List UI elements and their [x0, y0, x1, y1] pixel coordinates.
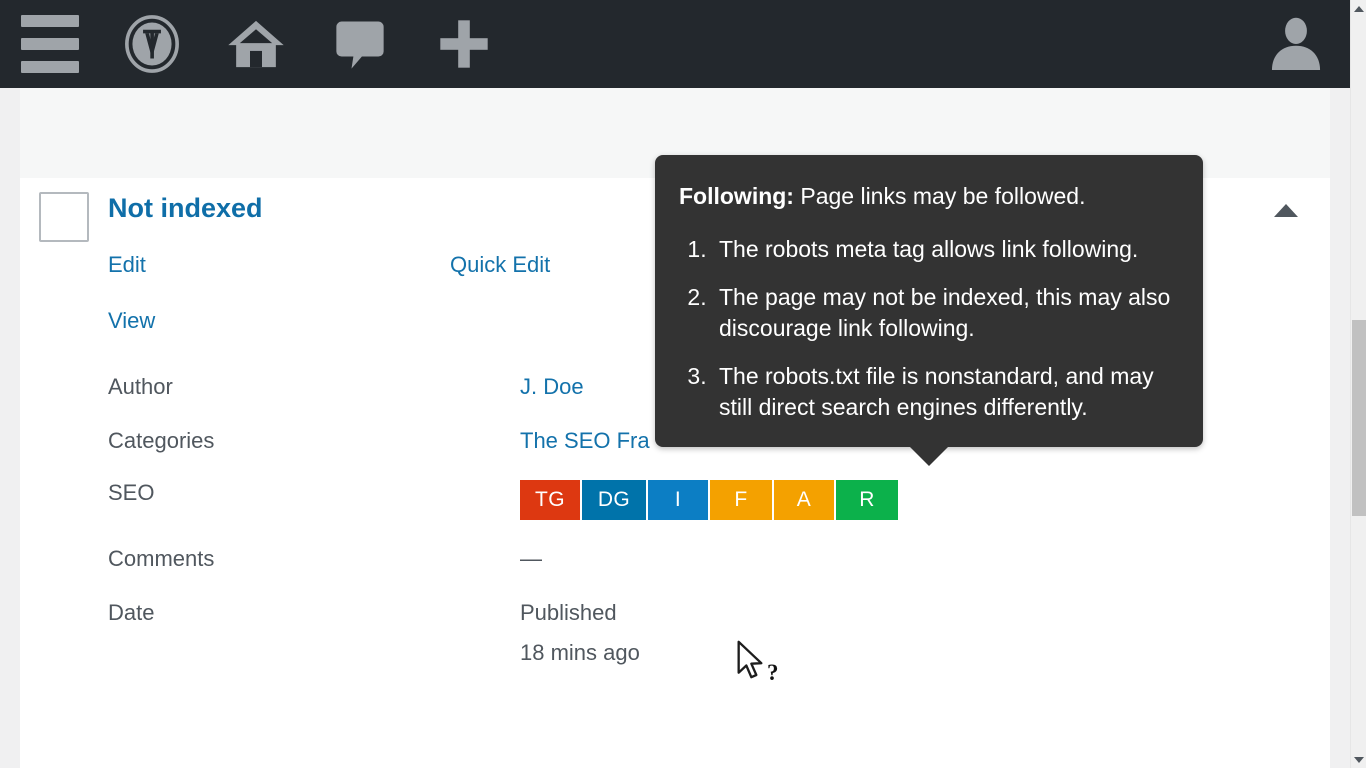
- meta-value-comments: —: [520, 546, 1300, 572]
- meta-row-seo: SEO TGDGIFAR: [108, 480, 1300, 520]
- collapse-row-arrow-icon[interactable]: [1274, 204, 1298, 217]
- page-scrollbar[interactable]: [1350, 0, 1366, 768]
- tooltip-reason-item: The robots.txt file is nonstandard, and …: [713, 361, 1175, 423]
- row-checkbox-cell: [20, 178, 108, 694]
- author-link[interactable]: J. Doe: [520, 374, 584, 399]
- date-status: Published: [520, 600, 1300, 626]
- seo-badge-dg[interactable]: DG: [582, 480, 648, 520]
- meta-row-date: Date Published 18 mins ago: [108, 600, 1300, 666]
- tooltip-reason-item: The page may not be indexed, this may al…: [713, 282, 1175, 344]
- meta-value-seo: TGDGIFAR: [520, 480, 1300, 520]
- scroll-up-arrow-icon[interactable]: [1351, 0, 1366, 17]
- scroll-down-arrow-icon[interactable]: [1351, 751, 1366, 768]
- hamburger-icon: [21, 15, 79, 73]
- view-link[interactable]: View: [108, 308, 155, 333]
- meta-label-comments: Comments: [108, 546, 520, 572]
- seo-badge-i[interactable]: I: [648, 480, 710, 520]
- category-link[interactable]: The SEO Fra: [520, 428, 650, 453]
- home-icon: [226, 15, 286, 73]
- seo-badge-tg[interactable]: TG: [520, 480, 582, 520]
- adminbar-spacer: [516, 0, 1242, 88]
- wp-admin-bar: [0, 0, 1350, 88]
- quick-edit-link[interactable]: Quick Edit: [450, 252, 550, 277]
- menu-toggle-button[interactable]: [0, 0, 100, 88]
- meta-label-seo: SEO: [108, 480, 520, 506]
- seo-status-tooltip: Following: Page links may be followed. T…: [655, 155, 1203, 447]
- site-home-button[interactable]: [204, 0, 308, 88]
- tooltip-heading: Following: Page links may be followed.: [679, 181, 1175, 212]
- edit-link[interactable]: Edit: [108, 252, 146, 277]
- seo-status-bar: TGDGIFAR: [520, 480, 1300, 520]
- meta-label-categories: Categories: [108, 428, 520, 454]
- tooltip-heading-desc: Page links may be followed.: [794, 183, 1086, 209]
- seo-badge-f[interactable]: F: [710, 480, 774, 520]
- plus-icon: [434, 15, 494, 73]
- user-avatar-icon: [1266, 13, 1326, 75]
- action-edit: Edit: [108, 252, 450, 278]
- wordpress-icon: [123, 15, 181, 73]
- new-content-button[interactable]: [412, 0, 516, 88]
- tooltip-pointer-arrow: [909, 446, 949, 466]
- seo-badge-r[interactable]: R: [836, 480, 898, 520]
- tooltip-reason-item: The robots meta tag allows link followin…: [713, 234, 1175, 265]
- meta-label-date: Date: [108, 600, 520, 626]
- my-account-button[interactable]: [1242, 0, 1350, 88]
- seo-badge-a[interactable]: A: [774, 480, 836, 520]
- meta-row-comments: Comments —: [108, 546, 1300, 572]
- tooltip-reason-list: The robots meta tag allows link followin…: [713, 234, 1175, 423]
- wordpress-logo-button[interactable]: [100, 0, 204, 88]
- comments-button[interactable]: [308, 0, 412, 88]
- meta-value-date: Published 18 mins ago: [520, 600, 1300, 666]
- comment-bubble-icon: [334, 15, 386, 73]
- action-quick-edit: Quick Edit: [450, 252, 550, 278]
- tooltip-heading-term: Following:: [679, 183, 794, 209]
- scrollbar-thumb[interactable]: [1352, 320, 1366, 516]
- row-select-checkbox[interactable]: [39, 192, 89, 242]
- meta-label-author: Author: [108, 374, 520, 400]
- date-relative: 18 mins ago: [520, 640, 1300, 666]
- screen: Issues you must resolve Not indexed Edit: [0, 0, 1366, 768]
